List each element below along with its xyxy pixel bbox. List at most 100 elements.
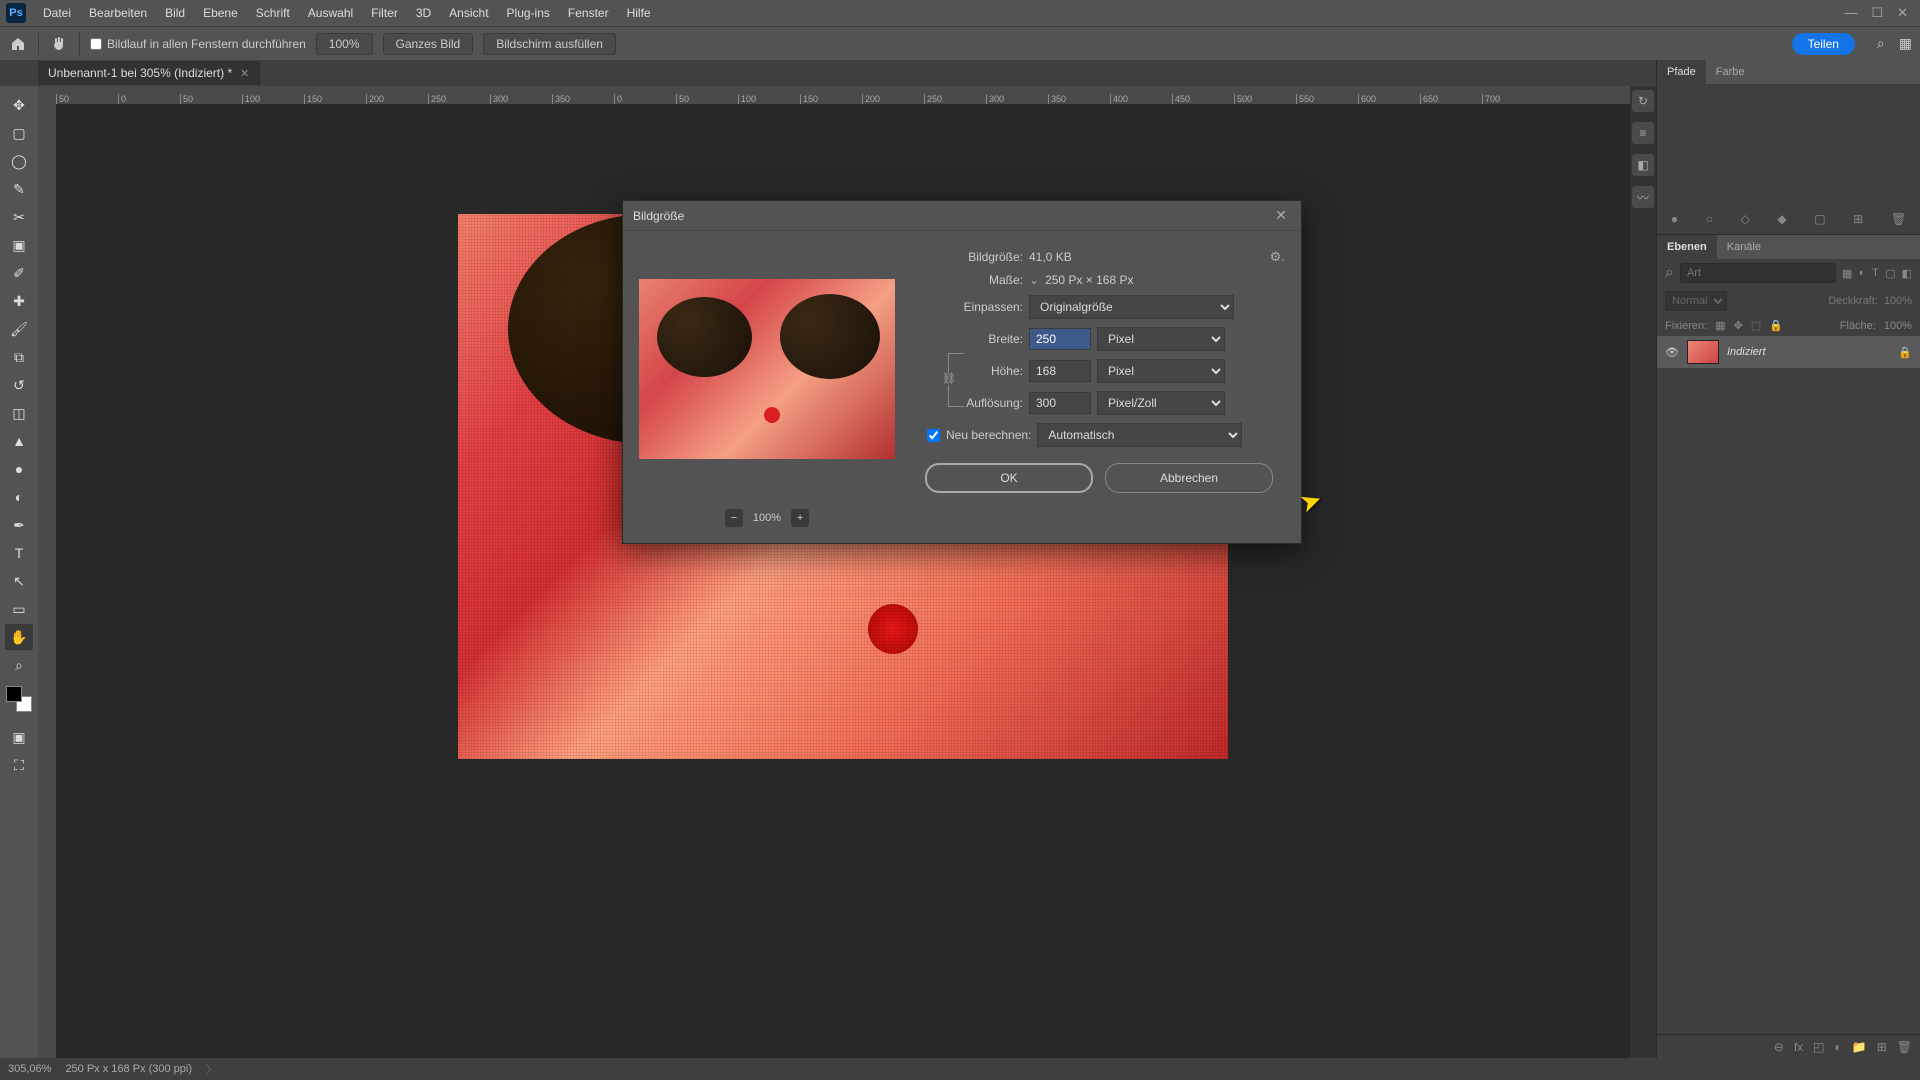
layer-row[interactable]: 👁 Indiziert 🔒 xyxy=(1657,336,1920,368)
hand-tool-icon[interactable]: ✋ xyxy=(5,624,33,650)
menu-bearbeiten[interactable]: Bearbeiten xyxy=(80,6,156,20)
ok-button[interactable]: OK xyxy=(925,463,1093,493)
path-combine-icon[interactable]: ◇ xyxy=(1741,212,1750,226)
menu-fenster[interactable]: Fenster xyxy=(559,6,618,20)
path-fill-icon[interactable]: ● xyxy=(1671,212,1678,226)
menu-schrift[interactable]: Schrift xyxy=(247,6,299,20)
delete-path-icon[interactable]: 🗑 xyxy=(1891,212,1906,226)
lock-all-icon[interactable]: 🔒 xyxy=(1769,319,1783,332)
heal-tool-icon[interactable]: ✚ xyxy=(5,288,33,314)
move-tool-icon[interactable]: ✥ xyxy=(5,92,33,118)
filter-smart-icon[interactable]: ◧ xyxy=(1902,265,1912,281)
fit-screen-button[interactable]: Ganzes Bild xyxy=(383,33,474,55)
delete-layer-icon[interactable]: 🗑 xyxy=(1897,1040,1912,1054)
screen-mode-icon[interactable]: ⛶ xyxy=(5,752,33,778)
properties-panel-icon[interactable]: ≡ xyxy=(1632,122,1654,144)
adjustments-panel-icon[interactable]: ◧ xyxy=(1632,154,1654,176)
filter-shape-icon[interactable]: ▢ xyxy=(1885,265,1895,281)
edit-mode-icon[interactable]: ▣ xyxy=(5,724,33,750)
marquee-tool-icon[interactable]: ▢ xyxy=(5,120,33,146)
tab-kanaele[interactable]: Kanäle xyxy=(1717,235,1771,259)
menu-hilfe[interactable]: Hilfe xyxy=(618,6,660,20)
stamp-tool-icon[interactable]: ⧉ xyxy=(5,344,33,370)
menu-ansicht[interactable]: Ansicht xyxy=(440,6,497,20)
menu-plugins[interactable]: Plug-ins xyxy=(498,6,559,20)
window-maximize-icon[interactable]: ☐ xyxy=(1871,5,1883,21)
brush-tool-icon[interactable]: 🖌 xyxy=(5,316,33,342)
resolution-unit-select[interactable]: Pixel/Zoll xyxy=(1097,391,1225,415)
opacity-value[interactable]: 100% xyxy=(1884,295,1912,307)
filter-adjust-icon[interactable]: ◐ xyxy=(1858,265,1865,281)
height-input[interactable] xyxy=(1029,360,1091,382)
zoom-out-icon[interactable]: − xyxy=(725,509,743,527)
layer-name[interactable]: Indiziert xyxy=(1727,346,1890,358)
eraser-tool-icon[interactable]: ◫ xyxy=(5,400,33,426)
fill-screen-button[interactable]: Bildschirm ausfüllen xyxy=(483,33,616,55)
blend-mode-select[interactable]: Normal xyxy=(1665,291,1727,311)
dialog-titlebar[interactable]: Bildgröße ✕ xyxy=(623,201,1301,231)
resample-checkbox[interactable] xyxy=(927,429,940,442)
new-path-icon[interactable]: ⊞ xyxy=(1853,212,1863,226)
window-minimize-icon[interactable]: — xyxy=(1844,5,1857,21)
menu-3d[interactable]: 3D xyxy=(407,6,440,20)
zoom-tool-icon[interactable]: ⌕ xyxy=(5,652,33,678)
layer-fx-icon[interactable]: fx xyxy=(1794,1040,1803,1054)
history-brush-tool-icon[interactable]: ↺ xyxy=(5,372,33,398)
frame-tool-icon[interactable]: ▣ xyxy=(5,232,33,258)
new-layer-icon[interactable]: ⊞ xyxy=(1877,1040,1887,1054)
wand-tool-icon[interactable]: ✎ xyxy=(5,176,33,202)
resolution-input[interactable] xyxy=(1029,392,1091,414)
share-button[interactable]: Teilen xyxy=(1792,33,1855,55)
width-unit-select[interactable]: Pixel xyxy=(1097,327,1225,351)
close-tab-icon[interactable]: ✕ xyxy=(240,67,249,80)
path-stroke-icon[interactable]: ○ xyxy=(1706,212,1713,226)
hand-tool-icon[interactable] xyxy=(49,34,69,54)
search-icon[interactable]: ⌕ xyxy=(1877,35,1885,52)
tab-farbe[interactable]: Farbe xyxy=(1706,60,1755,84)
adjustment-layer-icon[interactable]: ◐ xyxy=(1835,1040,1842,1054)
link-layers-icon[interactable]: ⊖ xyxy=(1774,1040,1784,1054)
preview-image[interactable] xyxy=(639,279,895,459)
blur-tool-icon[interactable]: ● xyxy=(5,456,33,482)
crop-tool-icon[interactable]: ✂ xyxy=(5,204,33,230)
fill-value[interactable]: 100% xyxy=(1884,320,1912,332)
lock-position-icon[interactable]: ✥ xyxy=(1734,319,1743,332)
eyedropper-tool-icon[interactable]: ✐ xyxy=(5,260,33,286)
menu-auswahl[interactable]: Auswahl xyxy=(299,6,362,20)
filter-pixel-icon[interactable]: ▦ xyxy=(1842,265,1852,281)
cancel-button[interactable]: Abbrechen xyxy=(1105,463,1273,493)
zoom-in-icon[interactable]: + xyxy=(791,509,809,527)
path-tool-icon[interactable]: ↖ xyxy=(5,568,33,594)
dialog-close-icon[interactable]: ✕ xyxy=(1271,206,1291,226)
resample-select[interactable]: Automatisch xyxy=(1037,423,1242,447)
lock-artboard-icon[interactable]: ⬚ xyxy=(1751,319,1761,332)
gear-icon[interactable]: ⚙. xyxy=(1270,249,1285,265)
status-zoom[interactable]: 305,06% xyxy=(8,1063,51,1075)
layer-mask-icon[interactable]: ◰ xyxy=(1813,1040,1824,1054)
tab-pfade[interactable]: Pfade xyxy=(1657,60,1706,84)
path-mask-icon[interactable]: ▢ xyxy=(1814,212,1825,226)
history-panel-icon[interactable]: ↻ xyxy=(1632,90,1654,112)
tab-ebenen[interactable]: Ebenen xyxy=(1657,235,1717,259)
path-select-icon[interactable]: ◆ xyxy=(1777,212,1786,226)
dimensions-dropdown-icon[interactable]: ⌄ xyxy=(1029,273,1039,287)
window-close-icon[interactable]: ✕ xyxy=(1897,5,1908,21)
status-arrow-icon[interactable]: 〉 xyxy=(206,1061,217,1077)
menu-datei[interactable]: Datei xyxy=(34,6,80,20)
layer-filter-input[interactable] xyxy=(1680,263,1836,283)
group-icon[interactable]: 📁 xyxy=(1852,1040,1867,1054)
layer-thumbnail[interactable] xyxy=(1687,340,1719,364)
visibility-icon[interactable]: 👁 xyxy=(1665,346,1679,359)
lasso-tool-icon[interactable]: ◯ xyxy=(5,148,33,174)
lock-pixels-icon[interactable]: ▦ xyxy=(1715,319,1725,332)
home-icon[interactable] xyxy=(8,34,28,54)
zoom-level-button[interactable]: 100% xyxy=(316,33,373,55)
dodge-tool-icon[interactable]: ◐ xyxy=(5,484,33,510)
link-dimensions-icon[interactable] xyxy=(948,353,964,407)
filter-type-icon[interactable]: T xyxy=(1872,265,1879,281)
gradient-tool-icon[interactable]: ▲ xyxy=(5,428,33,454)
width-input[interactable] xyxy=(1029,328,1091,350)
document-tab[interactable]: Unbenannt-1 bei 305% (Indiziert) * ✕ xyxy=(38,61,260,85)
menu-bild[interactable]: Bild xyxy=(156,6,194,20)
libraries-panel-icon[interactable]: 〰 xyxy=(1632,186,1654,208)
